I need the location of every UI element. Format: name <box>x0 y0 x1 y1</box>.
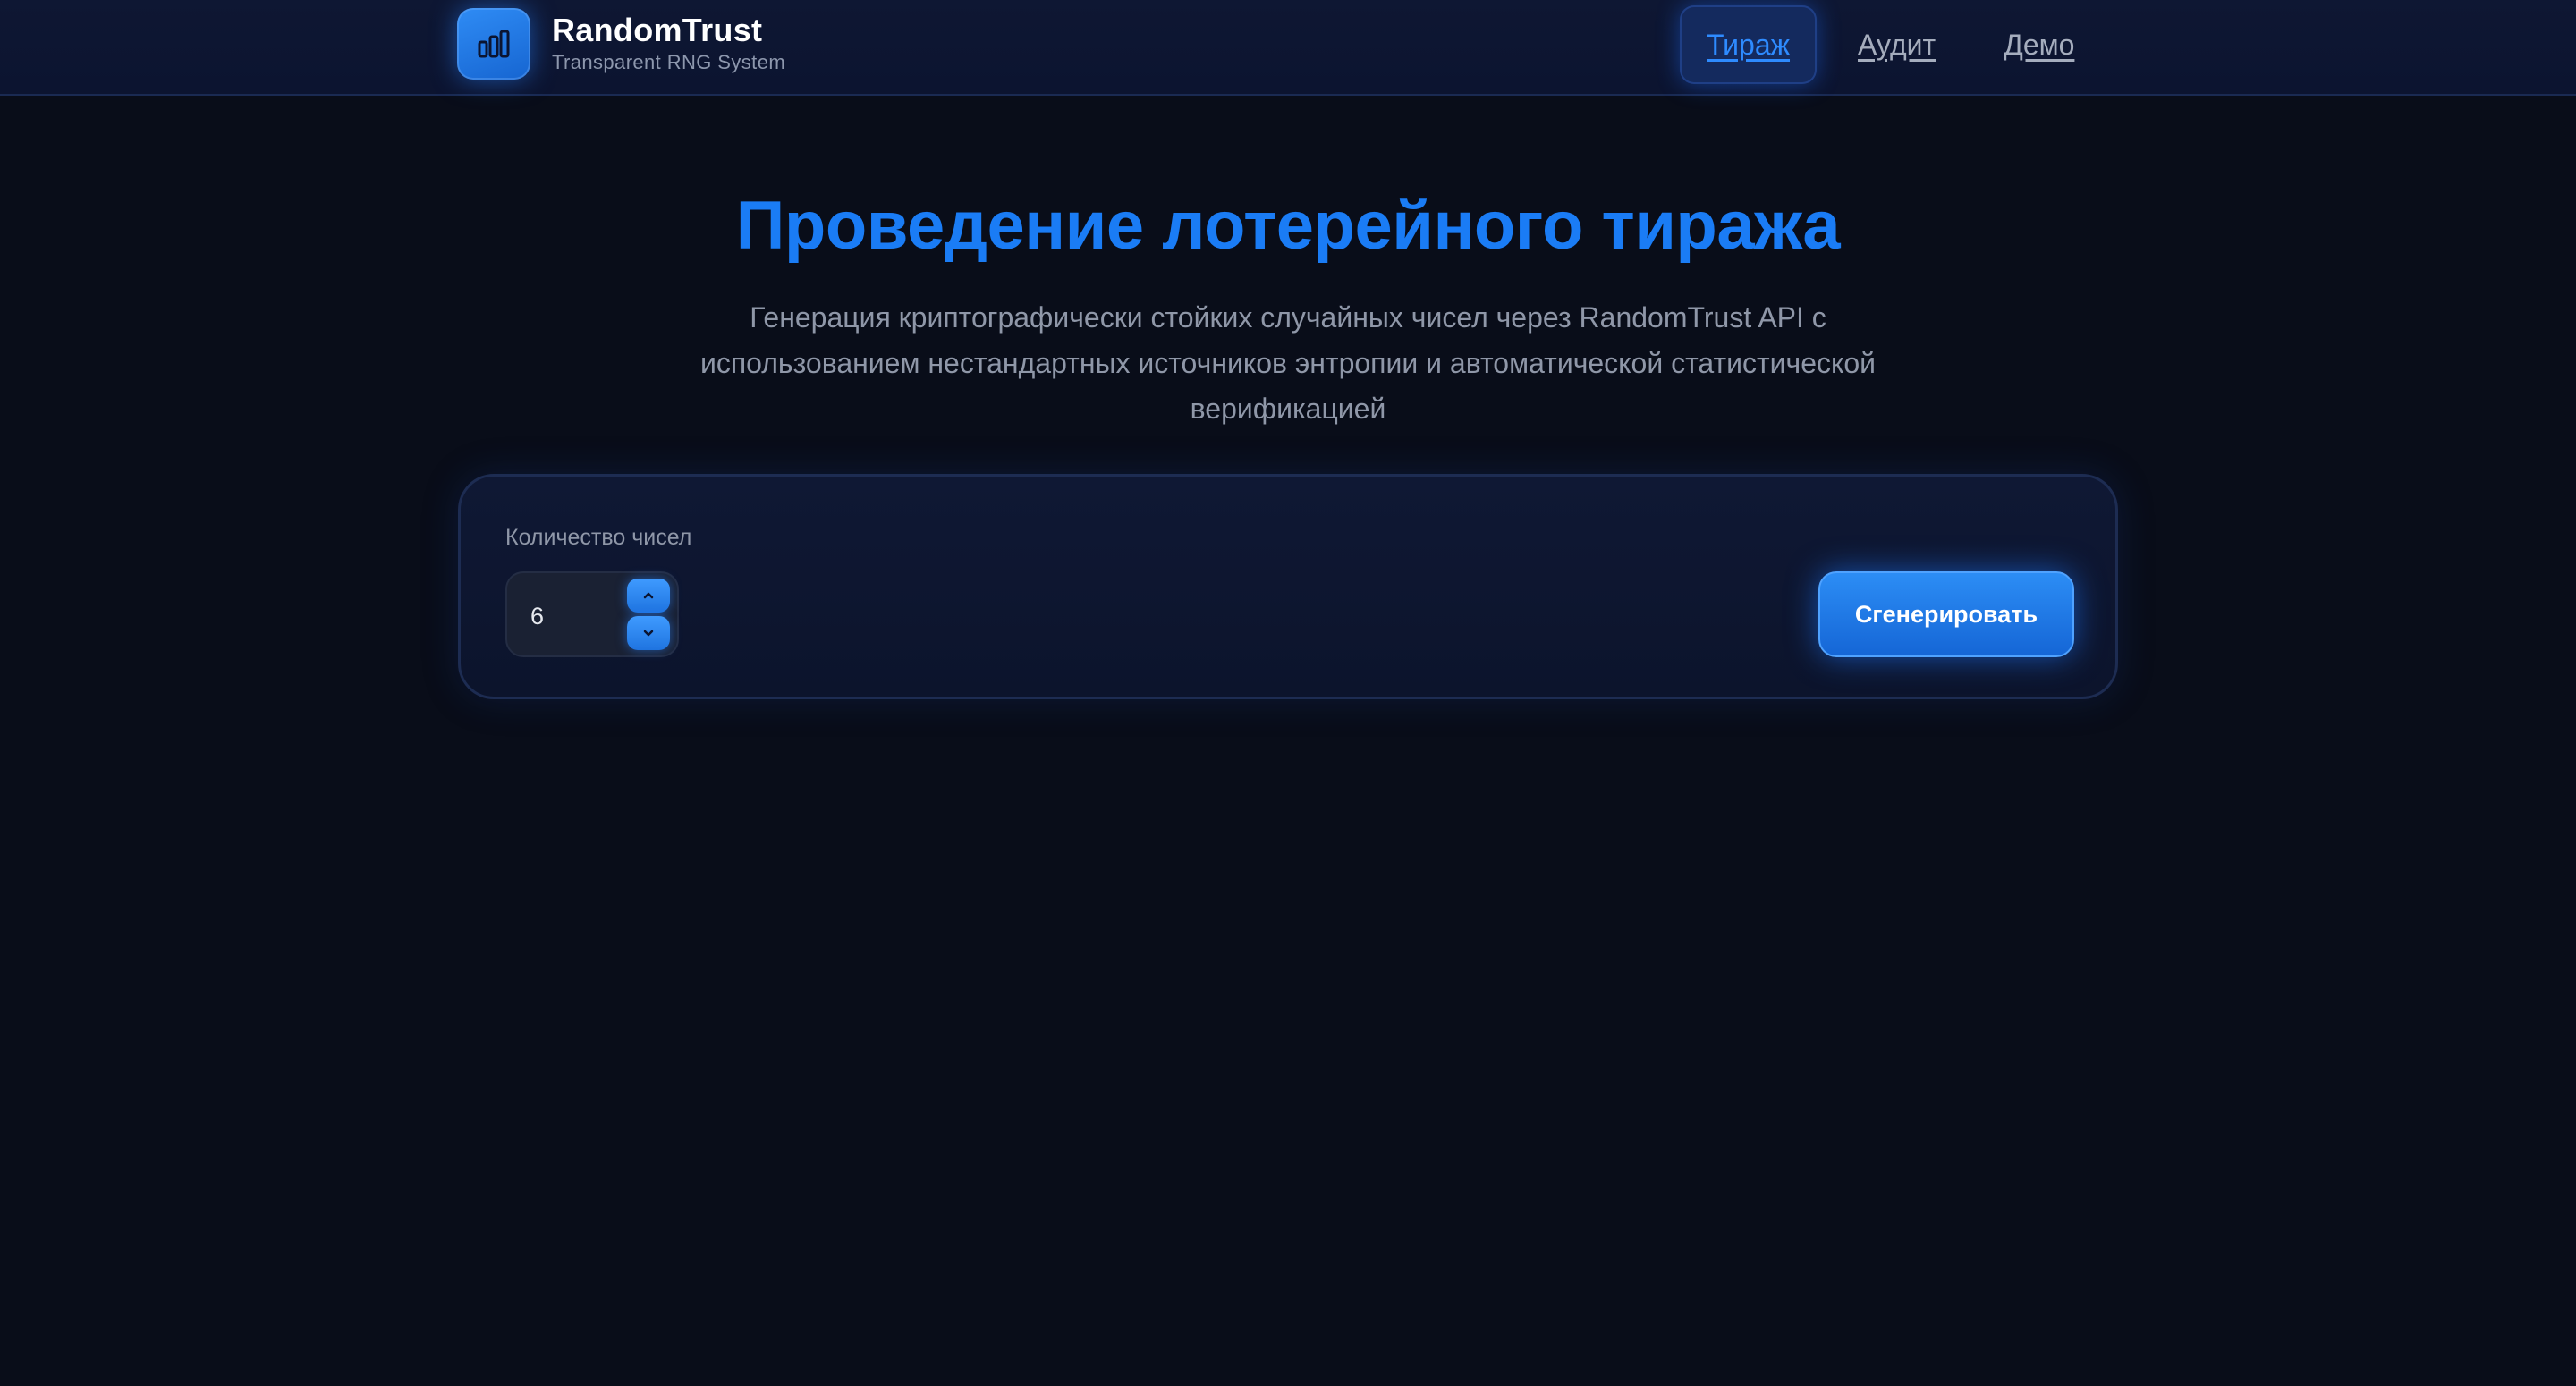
generate-button[interactable]: Сгенерировать <box>1818 571 2074 657</box>
app-subtitle: Transparent RNG System <box>552 51 786 73</box>
bar-chart-icon <box>457 8 530 80</box>
nav-link-audit[interactable]: Аудит <box>1831 5 1962 84</box>
decrement-button[interactable] <box>627 616 670 650</box>
main-nav: Тираж Аудит Демо <box>1680 5 2101 84</box>
chevron-up-icon <box>643 592 654 599</box>
nav-link-draw[interactable]: Тираж <box>1680 5 1818 84</box>
page-title: Проведение лотерейного тиража <box>735 188 1841 264</box>
count-label: Количество чисел <box>505 525 692 550</box>
chevron-down-icon <box>643 630 654 637</box>
count-stepper[interactable]: 6 <box>505 571 679 657</box>
draw-form-card: Количество чисел 6 Сгенерировать <box>458 474 2118 699</box>
app-name: RandomTrust <box>552 12 763 48</box>
page-description: Генерация криптографически стойких случа… <box>699 301 1877 425</box>
brand[interactable]: RandomTrust Transparent RNG System <box>457 8 785 80</box>
nav-link-demo[interactable]: Демо <box>1977 5 2101 84</box>
count-input[interactable]: 6 <box>530 573 544 659</box>
top-navigation-bar: RandomTrust Transparent RNG System Тираж… <box>0 0 2576 96</box>
increment-button[interactable] <box>627 579 670 613</box>
